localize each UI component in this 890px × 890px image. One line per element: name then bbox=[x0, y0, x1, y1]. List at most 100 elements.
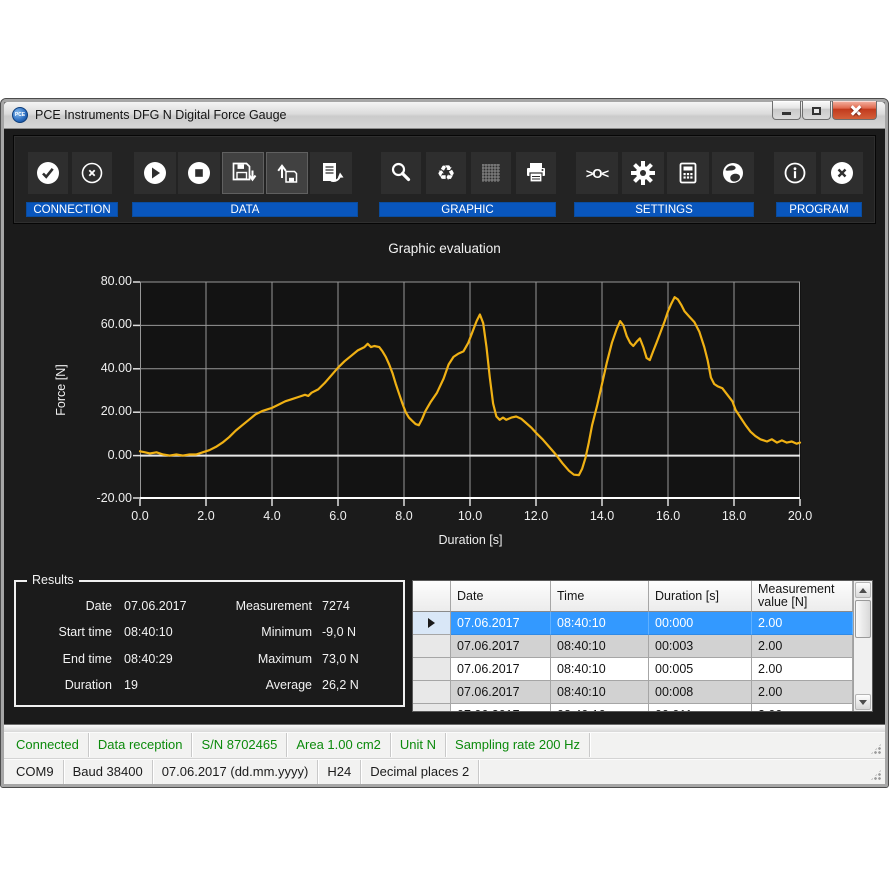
table-cell[interactable]: 08:40:10 bbox=[551, 704, 649, 712]
gear-icon bbox=[630, 160, 656, 186]
row-selector[interactable] bbox=[413, 612, 451, 635]
x-circle-icon bbox=[829, 160, 855, 186]
table-scrollbar[interactable] bbox=[853, 581, 872, 711]
header-duration[interactable]: Duration [s] bbox=[649, 581, 752, 612]
table-cell[interactable]: 07.06.2017 bbox=[451, 704, 551, 712]
disconnect-button[interactable] bbox=[72, 152, 112, 194]
zoom-button[interactable] bbox=[381, 152, 421, 194]
result-value: 26,2 N bbox=[322, 678, 359, 692]
play-circle-icon bbox=[142, 160, 168, 186]
table-cell[interactable]: 07.06.2017 bbox=[451, 612, 551, 635]
result-label: Measurement bbox=[164, 599, 312, 613]
status-segment: Sampling rate 200 Hz bbox=[446, 733, 590, 757]
resize-grip-icon[interactable] bbox=[870, 743, 882, 755]
table-cell[interactable]: 00:011 bbox=[649, 704, 752, 712]
scroll-up-button[interactable] bbox=[855, 582, 871, 598]
table-cell[interactable]: 08:40:10 bbox=[551, 658, 649, 681]
header-measurement-value[interactable]: Measurement value [N] bbox=[752, 581, 853, 612]
table-cell[interactable]: 2.00 bbox=[752, 658, 853, 681]
result-value: -9,0 N bbox=[322, 625, 356, 639]
app-logo-icon: PCE bbox=[12, 107, 28, 123]
tare-button[interactable]: >O< bbox=[576, 152, 618, 194]
window-controls bbox=[771, 101, 877, 120]
table-cell[interactable]: 08:40:10 bbox=[551, 681, 649, 704]
load-upload-icon bbox=[273, 159, 301, 187]
stop-measurement-button[interactable] bbox=[178, 152, 220, 194]
table-cell[interactable]: 2.00 bbox=[752, 612, 853, 635]
status-segment: Data reception bbox=[89, 733, 193, 757]
table-row[interactable]: 07.06.201708:40:1000:0112.00 bbox=[413, 704, 872, 712]
row-selector[interactable] bbox=[413, 681, 451, 704]
header-selector[interactable] bbox=[413, 581, 451, 612]
result-label: Minimum bbox=[164, 625, 312, 639]
table-cell[interactable]: 00:003 bbox=[649, 635, 752, 658]
status-strip bbox=[4, 724, 885, 732]
info-button[interactable] bbox=[774, 152, 816, 194]
export-report-button[interactable] bbox=[310, 152, 352, 194]
result-label: Average bbox=[164, 678, 312, 692]
table-cell[interactable]: 07.06.2017 bbox=[451, 658, 551, 681]
minimize-button[interactable] bbox=[772, 101, 801, 120]
result-label: Date bbox=[16, 599, 112, 613]
calculator-button[interactable] bbox=[667, 152, 709, 194]
status-segment: H24 bbox=[318, 760, 361, 784]
close-button[interactable] bbox=[832, 101, 877, 120]
globe-icon bbox=[720, 160, 746, 186]
table-row[interactable]: 07.06.201708:40:1000:0002.00 bbox=[413, 612, 872, 635]
maximize-icon bbox=[812, 107, 821, 115]
result-value: 19 bbox=[124, 678, 138, 692]
calculator-icon bbox=[676, 161, 700, 185]
xtick-label: 4.0 bbox=[250, 509, 294, 523]
statusbar-settings: COM9Baud 3840007.06.2017 (dd.mm.yyyy)H24… bbox=[4, 758, 885, 784]
maximize-button[interactable] bbox=[802, 101, 831, 120]
start-measurement-button[interactable] bbox=[134, 152, 176, 194]
table-cell[interactable]: 07.06.2017 bbox=[451, 681, 551, 704]
xtick-label: 6.0 bbox=[316, 509, 360, 523]
settings-button[interactable] bbox=[622, 152, 664, 194]
stop-circle-icon bbox=[186, 160, 212, 186]
header-time[interactable]: Time bbox=[551, 581, 649, 612]
grid-toggle-button[interactable] bbox=[471, 152, 511, 194]
scroll-thumb[interactable] bbox=[855, 600, 871, 638]
result-label: Start time bbox=[16, 625, 112, 639]
connect-button[interactable] bbox=[28, 152, 68, 194]
statusbar-device: ConnectedData receptionS/N 8702465Area 1… bbox=[4, 732, 885, 758]
scroll-down-button[interactable] bbox=[855, 694, 871, 710]
row-selector[interactable] bbox=[413, 658, 451, 681]
load-data-button[interactable] bbox=[266, 152, 308, 194]
status-segment: Area 1.00 cm2 bbox=[287, 733, 391, 757]
save-data-button[interactable] bbox=[222, 152, 264, 194]
status-segment: Decimal places 2 bbox=[361, 760, 479, 784]
table-cell[interactable]: 2.00 bbox=[752, 635, 853, 658]
row-selector[interactable] bbox=[413, 635, 451, 658]
table-cell[interactable]: 00:008 bbox=[649, 681, 752, 704]
table-cell[interactable]: 2.00 bbox=[752, 704, 853, 712]
results-box-label: Results bbox=[27, 573, 79, 587]
exit-program-button[interactable] bbox=[821, 152, 863, 194]
table-cell[interactable]: 08:40:10 bbox=[551, 612, 649, 635]
table-cell[interactable]: 00:005 bbox=[649, 658, 752, 681]
table-cell[interactable]: 2.00 bbox=[752, 681, 853, 704]
table-row[interactable]: 07.06.201708:40:1000:0032.00 bbox=[413, 635, 872, 658]
toolbar-group-label-settings: SETTINGS bbox=[574, 202, 754, 217]
x-axis-label: Duration [s] bbox=[140, 533, 801, 547]
table-row[interactable]: 07.06.201708:40:1000:0052.00 bbox=[413, 658, 872, 681]
table-row[interactable]: 07.06.201708:40:1000:0082.00 bbox=[413, 681, 872, 704]
info-circle-icon bbox=[782, 160, 808, 186]
x-circle-outline-icon bbox=[79, 160, 105, 186]
header-date[interactable]: Date bbox=[451, 581, 551, 612]
y-axis-label: Force [N] bbox=[54, 345, 68, 435]
table-cell[interactable]: 08:40:10 bbox=[551, 635, 649, 658]
ytick-label: 40.00 bbox=[76, 361, 132, 375]
table-cell[interactable]: 07.06.2017 bbox=[451, 635, 551, 658]
row-selector[interactable] bbox=[413, 704, 451, 712]
reset-graphic-button[interactable]: ♻ bbox=[426, 152, 466, 194]
print-button[interactable] bbox=[516, 152, 556, 194]
resize-grip-icon[interactable] bbox=[870, 769, 882, 781]
table-cell[interactable]: 00:000 bbox=[649, 612, 752, 635]
xtick-label: 10.0 bbox=[448, 509, 492, 523]
xtick-label: 16.0 bbox=[646, 509, 690, 523]
titlebar[interactable]: PCE PCE Instruments DFG N Digital Force … bbox=[4, 102, 885, 129]
table-header: Date Time Duration [s] Measurement value… bbox=[413, 581, 872, 612]
language-button[interactable] bbox=[712, 152, 754, 194]
